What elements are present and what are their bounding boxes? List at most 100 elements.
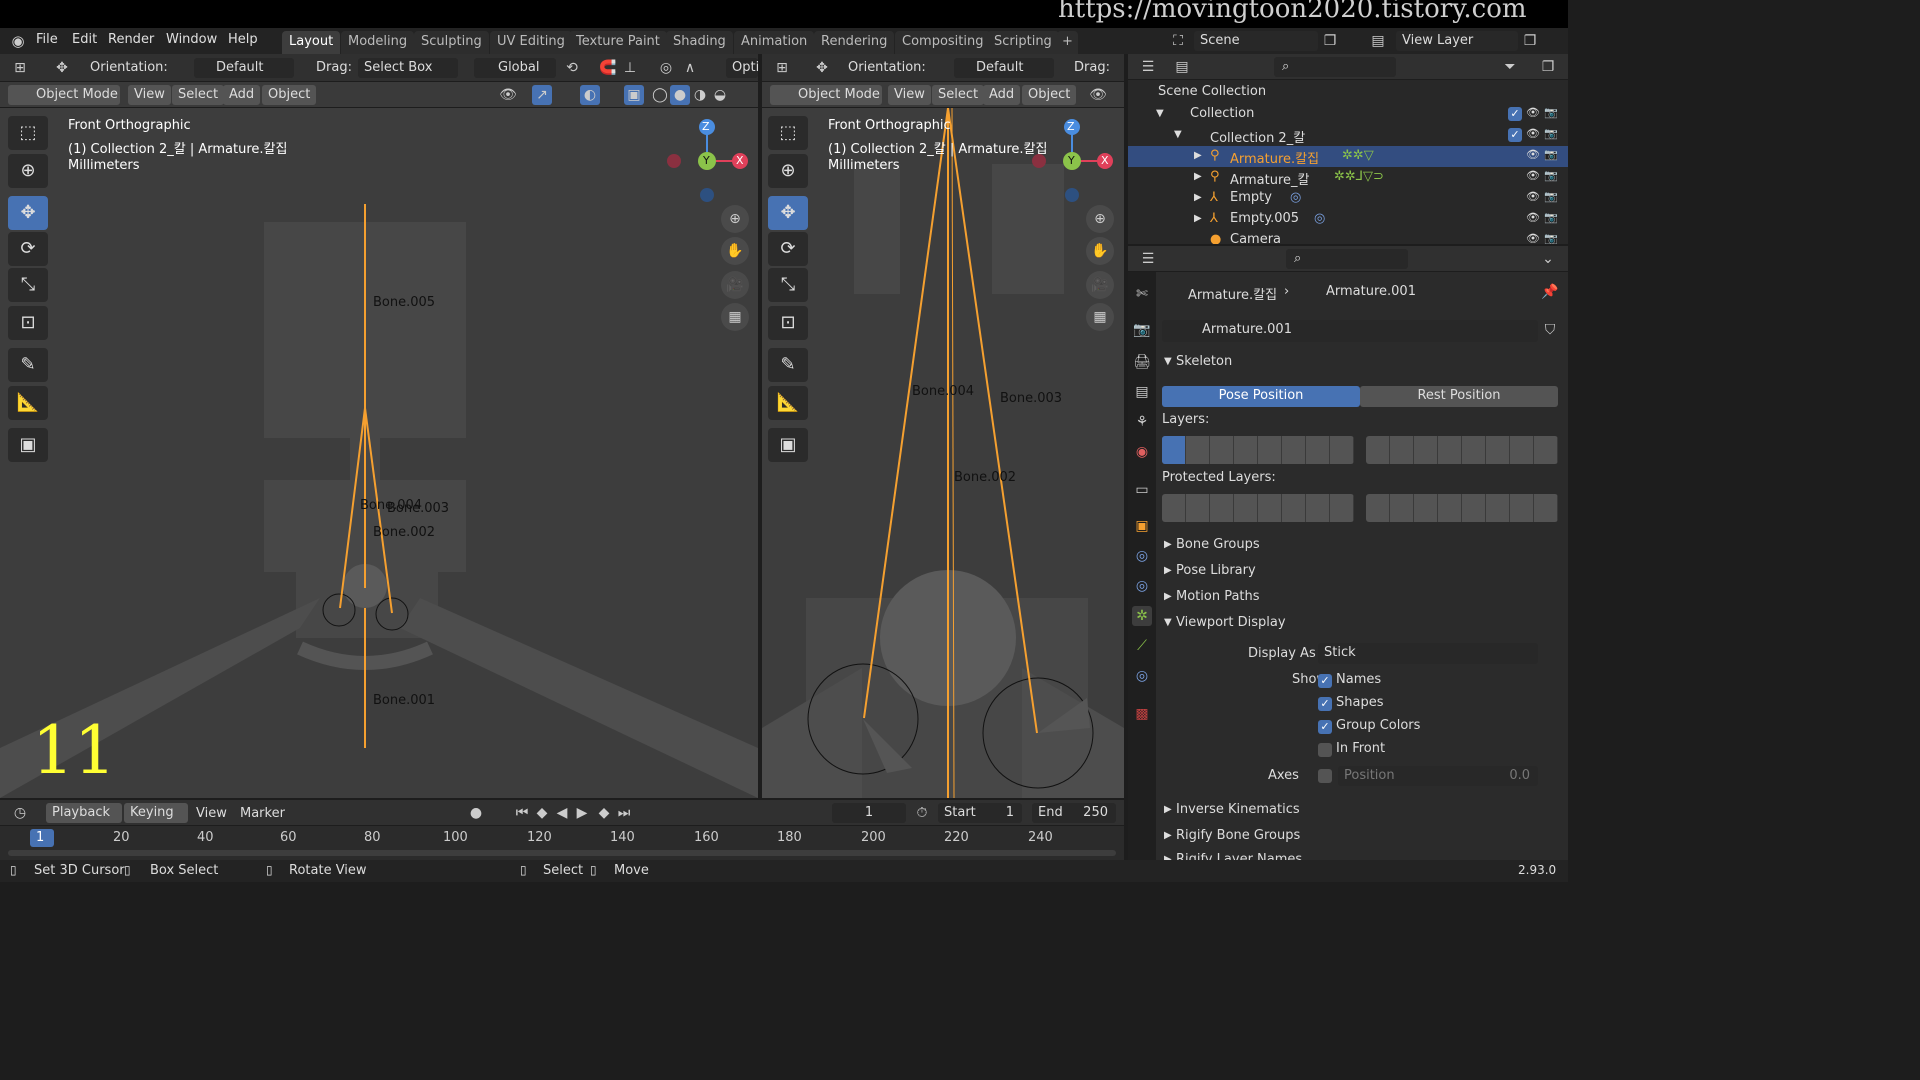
inverse-kinematics-panel[interactable]: Inverse Kinematics [1176, 802, 1300, 817]
menu-edit[interactable]: Edit [72, 32, 97, 47]
outliner-row-camera[interactable]: ● Camera 👁 📷 [1128, 230, 1568, 244]
overlay-toggle-icon[interactable]: ◐ [580, 85, 600, 105]
orientation-dropdown[interactable]: Default [194, 58, 294, 78]
camera-icon[interactable]: 📷 [1544, 190, 1558, 203]
outliner-row-armature[interactable]: ▶ ⚲ Armature_칼 ✲✲⅃▽⊃ 👁 📷 [1128, 167, 1568, 188]
rotate-tool-icon[interactable]: ⟳ [8, 232, 48, 266]
auto-keying-icon[interactable]: ● [466, 803, 486, 823]
playback-menu[interactable]: Playback [46, 803, 122, 823]
transform-tool-icon[interactable]: ⊡ [8, 306, 48, 340]
eye-icon[interactable]: 👁 [1526, 232, 1540, 244]
object-menu[interactable]: Object [262, 85, 317, 105]
group-colors-checkbox[interactable]: ✓ [1318, 720, 1332, 734]
prev-keyframe-icon[interactable]: ◆ [532, 803, 552, 823]
outliner-row-empty[interactable]: ▶ ⅄ Empty ◎ 👁 📷 [1128, 188, 1568, 209]
eye-icon[interactable]: 👁 [1526, 148, 1540, 161]
editor-type-icon[interactable]: ◷ [10, 803, 30, 823]
eye-icon[interactable]: 👁 [1526, 106, 1540, 119]
play-icon[interactable]: ▶ [572, 803, 592, 823]
names-checkbox[interactable]: ✓ [1318, 674, 1332, 688]
scene-field[interactable]: Scene [1194, 31, 1318, 51]
pose-position-button[interactable]: Pose Position [1162, 386, 1360, 407]
zoom-icon[interactable]: ⊕ [721, 205, 749, 233]
fake-user-shield-icon[interactable]: ⛉ [1540, 320, 1560, 340]
tab-scripting[interactable]: Scripting [987, 31, 1059, 54]
object-mode-dropdown[interactable]: Object Mode [770, 85, 882, 105]
shapes-checkbox[interactable]: ✓ [1318, 697, 1332, 711]
add-cube-tool-icon[interactable]: ▣ [768, 428, 808, 462]
solid-shading-icon[interactable]: ● [670, 85, 690, 105]
tab-sculpting[interactable]: Sculpting [414, 31, 489, 54]
eye-icon[interactable]: 👁 [1526, 169, 1540, 182]
tab-compositing[interactable]: Compositing [895, 31, 991, 54]
snap-target-icon[interactable]: ⊥ [620, 58, 640, 78]
rotate-tool-icon[interactable]: ⟳ [768, 232, 808, 266]
jump-end-icon[interactable]: ⏭ [614, 803, 634, 823]
jump-start-icon[interactable]: ⏮ [512, 803, 532, 823]
editor-type-icon[interactable]: ☰ [1138, 249, 1158, 269]
new-scene-icon[interactable]: ❐ [1320, 31, 1340, 51]
start-frame-field[interactable]: Start 1 [938, 803, 1022, 823]
expand-arrow-icon[interactable]: ▼ [1174, 129, 1182, 140]
transform-pivot-icon[interactable]: ✥ [52, 58, 72, 78]
view-layer-icon[interactable]: ▤ [1368, 31, 1388, 51]
axes-position-field[interactable]: Position 0.0 [1338, 766, 1538, 786]
outliner-search-input[interactable]: ⌕ [1274, 57, 1396, 77]
visibility-icon[interactable]: 👁 [1088, 85, 1108, 105]
stopwatch-icon[interactable]: ⏱ [912, 803, 932, 823]
add-workspace-icon[interactable]: + [1057, 31, 1078, 54]
camera-icon[interactable]: 📷 [1544, 106, 1558, 119]
bone-groups-panel[interactable]: Bone Groups [1176, 537, 1260, 552]
expand-arrow-icon[interactable]: ▶ [1194, 150, 1202, 161]
options-dropdown[interactable]: Opti [726, 58, 759, 78]
eye-icon[interactable]: 👁 [1526, 190, 1540, 203]
skeleton-panel-title[interactable]: Skeleton [1176, 354, 1232, 369]
world-tab-icon[interactable]: ◉ [1132, 442, 1152, 462]
expand-arrow-icon[interactable]: ▶ [1194, 192, 1202, 203]
select-menu[interactable]: Select [172, 85, 225, 105]
properties-search-input[interactable]: ⌕ [1286, 249, 1408, 269]
camera-icon[interactable]: 📷 [1544, 148, 1558, 161]
add-menu[interactable]: Add [983, 85, 1021, 105]
pan-hand-icon[interactable]: ✋ [1086, 237, 1114, 265]
camera-icon[interactable]: 📷 [1544, 127, 1558, 140]
layers-grid-b[interactable] [1366, 436, 1558, 464]
scale-tool-icon[interactable]: ⤡ [8, 268, 48, 302]
ortho-grid-icon[interactable]: ▦ [721, 303, 749, 331]
outliner-row-empty-005[interactable]: ▶ ⅄ Empty.005 ◎ 👁 📷 [1128, 209, 1568, 230]
next-keyframe-icon[interactable]: ◆ [594, 803, 614, 823]
datablock-name-field[interactable]: Armature.001 [1162, 320, 1538, 342]
motion-paths-panel[interactable]: Motion Paths [1176, 589, 1260, 604]
move-tool-icon[interactable]: ✥ [768, 196, 808, 230]
output-tab-icon[interactable]: 🖨 [1132, 352, 1152, 372]
snap-icon[interactable]: 🧲 [598, 58, 618, 78]
timeline-view-menu[interactable]: View [196, 806, 227, 821]
layers-grid-a[interactable] [1162, 436, 1354, 464]
camera-icon[interactable]: 📷 [1544, 232, 1558, 244]
gizmo-toggle-icon[interactable]: ↗ [532, 85, 552, 105]
annotate-tool-icon[interactable]: ✎ [768, 348, 808, 382]
filter-icon[interactable]: ⏷ [1500, 57, 1520, 77]
menu-file[interactable]: File [36, 32, 58, 47]
tab-shading[interactable]: Shading [666, 31, 733, 54]
render-tab-icon[interactable]: 📷 [1132, 320, 1152, 340]
physics-tab-icon[interactable]: ◎ [1132, 546, 1152, 566]
pivot-icon[interactable]: ⟲ [562, 58, 582, 78]
timeline-area[interactable]: 1 20 40 60 80 100 120 140 160 180 200 22… [0, 826, 1124, 860]
tab-uv-editing[interactable]: UV Editing [490, 31, 572, 54]
exclude-checkbox[interactable]: ✓ [1508, 128, 1522, 142]
constraints-tab-icon[interactable]: ◎ [1132, 576, 1152, 596]
menu-window[interactable]: Window [166, 32, 217, 47]
tab-texture-paint[interactable]: Texture Paint [569, 31, 667, 54]
left-viewport[interactable]: ⬚ ⊕ ✥ ⟳ ⤡ ⊡ ✎ 📐 ▣ Front Orthographic (1)… [0, 108, 758, 798]
select-menu[interactable]: Select [932, 85, 985, 105]
menu-render[interactable]: Render [108, 32, 154, 47]
new-collection-icon[interactable]: ❐ [1538, 57, 1558, 77]
scene-icon[interactable]: ⛶ [1168, 31, 1188, 51]
timeline-marker-menu[interactable]: Marker [240, 806, 285, 821]
display-as-dropdown[interactable]: Stick [1318, 643, 1538, 664]
panel-expand-icon[interactable]: ▶ [1164, 830, 1172, 841]
editor-type-icon[interactable]: ☰ [1138, 57, 1158, 77]
blender-logo-icon[interactable]: ◉ [8, 31, 28, 51]
expand-arrow-icon[interactable]: ▶ [1194, 213, 1202, 224]
